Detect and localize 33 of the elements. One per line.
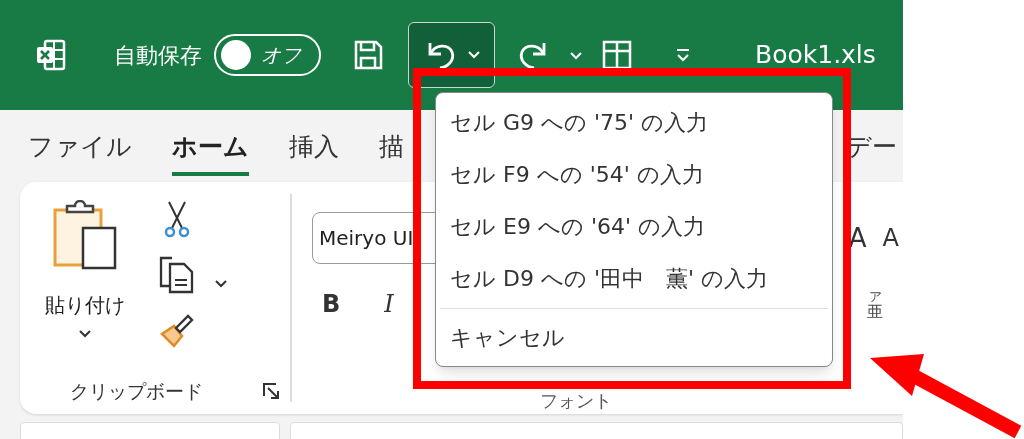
decrease-font-size-button[interactable]: A <box>882 220 899 256</box>
dialog-launcher-icon[interactable] <box>262 382 280 400</box>
font-group-label: フォント <box>540 390 613 412</box>
undo-history-item[interactable]: セル E9 への '64' の入力 <box>436 200 832 253</box>
autosave-label: 自動保存 <box>114 41 202 70</box>
caret-icon <box>467 51 480 59</box>
clipboard-group-label: クリップボード <box>70 378 203 404</box>
ribbon-tab[interactable]: ファイル <box>28 128 132 176</box>
undo-history-item[interactable]: セル D9 への '田中 薫' の入力 <box>436 252 832 305</box>
workbook-title: Book1.xls <box>755 39 876 72</box>
ribbon-tab[interactable]: 挿入 <box>289 128 339 176</box>
paste-label[interactable]: 貼り付け <box>45 290 125 320</box>
ribbon-tab[interactable]: 描 <box>379 128 404 176</box>
caret-icon[interactable] <box>569 50 583 60</box>
undo-history-item[interactable]: セル F9 への '54' の入力 <box>436 148 832 201</box>
customize-toolbar-icon[interactable] <box>675 48 691 62</box>
phonetic-guide-button[interactable]: ア 亜 <box>867 289 883 319</box>
copy-icon[interactable] <box>158 256 196 294</box>
spreadsheet-app-icon[interactable] <box>36 39 66 71</box>
caret-icon[interactable] <box>214 278 228 288</box>
save-icon[interactable] <box>353 39 383 71</box>
scissors-icon[interactable] <box>164 200 190 238</box>
ribbon-tab[interactable]: ホーム <box>172 128 249 176</box>
caret-icon[interactable] <box>78 328 92 338</box>
increase-font-size-button[interactable]: A <box>848 218 867 258</box>
italic-button[interactable]: I <box>384 286 394 322</box>
cancel-menu-item[interactable]: キャンセル <box>436 313 832 363</box>
bold-button[interactable]: B <box>322 286 341 322</box>
autosave-toggle[interactable]: オフ <box>214 34 321 76</box>
table-icon[interactable] <box>601 39 633 71</box>
paste-icon[interactable] <box>51 200 119 270</box>
undo-history-item[interactable]: セル G9 への '75' の入力 <box>436 97 832 149</box>
format-painter-icon[interactable] <box>158 312 196 348</box>
